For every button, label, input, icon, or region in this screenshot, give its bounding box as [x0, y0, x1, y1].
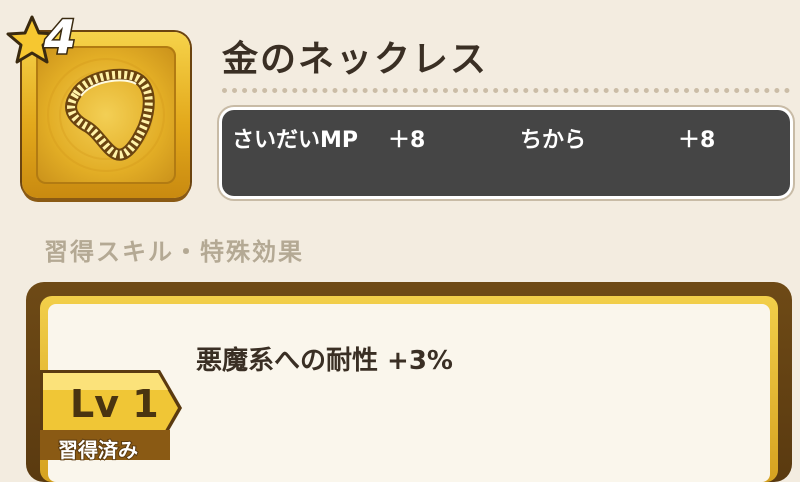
stat-label-strength: ちから: [520, 128, 587, 153]
stat-value-strength: ＋8: [678, 128, 716, 153]
learned-status: 習得済み: [57, 437, 139, 463]
level-text: Lv 1: [70, 382, 159, 426]
dotted-divider: [222, 88, 790, 93]
skill-effect-text: 悪魔系への耐性 +3%: [196, 346, 453, 376]
stats-box: さいだいMP ＋8 ちから ＋8: [222, 110, 790, 196]
section-label: 習得スキル・特殊効果: [44, 238, 304, 266]
rarity-number: 4: [42, 9, 77, 66]
stat-label-max-mp: さいだいMP: [232, 128, 359, 153]
item-name: 金のネックレス: [222, 39, 489, 80]
rarity-badge: 4: [4, 9, 104, 66]
level-badge: Lv 1 習得済み: [40, 370, 182, 463]
stat-value-max-mp: ＋8: [388, 128, 426, 153]
